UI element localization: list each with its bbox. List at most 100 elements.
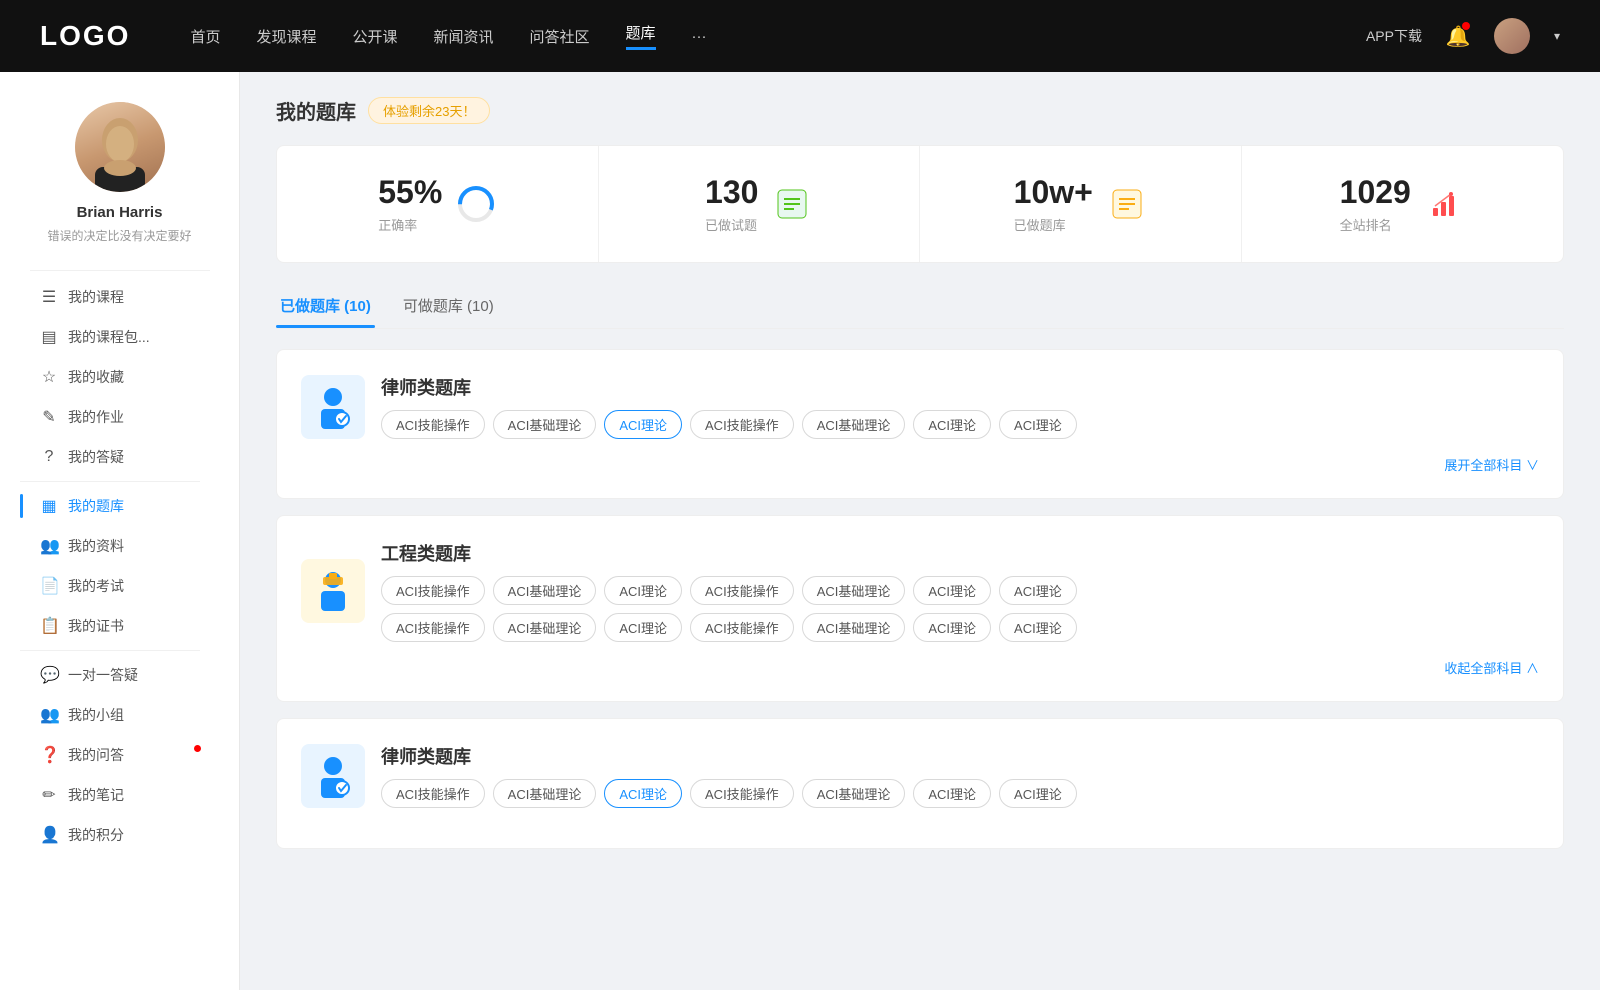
tabs-row: 已做题库 (10) 可做题库 (10) <box>276 287 1564 329</box>
stats-row: 55% 正确率 130 已做试题 <box>276 145 1564 263</box>
tag-item[interactable]: ACI基础理论 <box>802 779 906 808</box>
tag-item[interactable]: ACI理论 <box>913 410 991 439</box>
tag-item[interactable]: ACI理论 <box>913 779 991 808</box>
sidebar-item-label: 我的课程 <box>68 287 124 307</box>
tab-available-banks[interactable]: 可做题库 (10) <box>399 287 498 328</box>
nav-qa[interactable]: 问答社区 <box>530 26 590 47</box>
stat-rank-value: 1029 <box>1340 174 1411 211</box>
sidebar-item-course-pack[interactable]: ▤ 我的课程包... <box>20 317 219 357</box>
exam-icon: 📄 <box>40 576 58 596</box>
sidebar-item-one-on-one[interactable]: 💬 一对一答疑 <box>20 655 219 695</box>
tag-item[interactable]: ACI理论 <box>913 613 991 642</box>
tags-row-2-row2: ACI技能操作 ACI基础理论 ACI理论 ACI技能操作 ACI基础理论 AC… <box>381 613 1539 642</box>
app-download-button[interactable]: APP下载 <box>1366 26 1422 46</box>
stat-banks-label: 已做题库 <box>1014 215 1093 234</box>
tag-item[interactable]: ACI基础理论 <box>802 410 906 439</box>
tag-item[interactable]: ACI基础理论 <box>493 576 597 605</box>
nav-more[interactable]: ··· <box>692 28 707 45</box>
tags-row-2-row1: ACI技能操作 ACI基础理论 ACI理论 ACI技能操作 ACI基础理论 AC… <box>381 576 1539 605</box>
exam-bank-icon: ▦ <box>40 496 58 516</box>
chevron-down-icon[interactable]: ▾ <box>1554 29 1560 43</box>
bell-button[interactable]: 🔔 <box>1442 20 1474 52</box>
sidebar-item-exam[interactable]: 📄 我的考试 <box>20 566 219 606</box>
tag-item[interactable]: ACI理论 <box>999 613 1077 642</box>
tag-item-active[interactable]: ACI理论 <box>604 779 682 808</box>
group-icon: 👥 <box>40 705 58 725</box>
sidebar-item-exam-bank[interactable]: ▦ 我的题库 <box>20 486 219 526</box>
accuracy-chart-icon <box>456 184 496 224</box>
tag-item[interactable]: ACI技能操作 <box>690 576 794 605</box>
points-icon: 👤 <box>40 825 58 845</box>
nav-exam[interactable]: 题库 <box>626 22 656 50</box>
sidebar-item-group[interactable]: 👥 我的小组 <box>20 695 219 735</box>
sidebar-item-label: 我的积分 <box>68 825 124 845</box>
sidebar-item-points[interactable]: 👤 我的积分 <box>20 815 219 855</box>
tag-item[interactable]: ACI理论 <box>999 576 1077 605</box>
sidebar-item-favorites[interactable]: ☆ 我的收藏 <box>20 357 219 397</box>
divider-1 <box>30 270 210 271</box>
tag-item[interactable]: ACI理论 <box>604 613 682 642</box>
tag-item[interactable]: ACI基础理论 <box>493 779 597 808</box>
divider-3 <box>20 650 200 651</box>
course-icon: ☰ <box>40 287 58 307</box>
bank-card-title-1: 律师类题库 <box>381 374 1077 400</box>
sidebar-item-profile[interactable]: 👥 我的资料 <box>20 526 219 566</box>
stat-done-value: 130 <box>705 174 758 211</box>
engineer-icon <box>301 559 365 623</box>
tag-item-active[interactable]: ACI理论 <box>604 410 682 439</box>
course-pack-icon: ▤ <box>40 327 58 347</box>
nav-right: APP下载 🔔 ▾ <box>1366 18 1560 54</box>
tag-item[interactable]: ACI基础理论 <box>493 613 597 642</box>
collapse-button[interactable]: 收起全部科目 ∧ <box>301 658 1539 677</box>
tag-item[interactable]: ACI基础理论 <box>802 613 906 642</box>
question-icon: ? <box>40 448 58 466</box>
sidebar-item-label: 我的小组 <box>68 705 124 725</box>
tag-item[interactable]: ACI理论 <box>604 576 682 605</box>
bank-card-lawyer-1: 律师类题库 ACI技能操作 ACI基础理论 ACI理论 ACI技能操作 ACI基… <box>276 349 1564 499</box>
tag-item[interactable]: ACI技能操作 <box>381 779 485 808</box>
tags-row-3: ACI技能操作 ACI基础理论 ACI理论 ACI技能操作 ACI基础理论 AC… <box>381 779 1077 808</box>
sidebar-item-label: 我的作业 <box>68 407 124 427</box>
sidebar-item-notes[interactable]: ✏ 我的笔记 <box>20 775 219 815</box>
tag-item[interactable]: ACI技能操作 <box>381 576 485 605</box>
sidebar-item-label: 我的问答 <box>68 745 124 765</box>
tag-item[interactable]: ACI理论 <box>913 576 991 605</box>
nav-discover[interactable]: 发现课程 <box>256 26 316 47</box>
expand-button-1[interactable]: 展开全部科目 ∨ <box>301 455 1539 474</box>
stat-done-label: 已做试题 <box>705 215 758 234</box>
tag-item[interactable]: ACI技能操作 <box>381 410 485 439</box>
sidebar-item-certificate[interactable]: 📋 我的证书 <box>20 606 219 646</box>
tag-item[interactable]: ACI理论 <box>999 410 1077 439</box>
nav-home[interactable]: 首页 <box>190 26 220 47</box>
avatar[interactable] <box>1494 18 1530 54</box>
stat-rank-label: 全站排名 <box>1340 215 1411 234</box>
tag-item[interactable]: ACI技能操作 <box>690 410 794 439</box>
sidebar-item-homework[interactable]: ✎ 我的作业 <box>20 397 219 437</box>
sidebar-item-my-course[interactable]: ☰ 我的课程 <box>20 277 219 317</box>
notification-dot <box>194 745 201 752</box>
stat-done-questions: 130 已做试题 <box>599 146 921 262</box>
tab-done-banks[interactable]: 已做题库 (10) <box>276 287 375 328</box>
homework-icon: ✎ <box>40 407 58 427</box>
page-header: 我的题库 体验剩余23天！ <box>276 96 1564 125</box>
sidebar-item-qa[interactable]: ? 我的答疑 <box>20 437 219 477</box>
nav-news[interactable]: 新闻资讯 <box>434 26 494 47</box>
page-layout: Brian Harris 错误的决定比没有决定要好 ☰ 我的课程 ▤ 我的课程包… <box>0 72 1600 990</box>
tag-item[interactable]: ACI基础理论 <box>802 576 906 605</box>
user-name: Brian Harris <box>77 204 163 221</box>
sidebar-menu: ☰ 我的课程 ▤ 我的课程包... ☆ 我的收藏 ✎ 我的作业 ? 我的答疑 ▦ <box>0 277 239 855</box>
tag-item[interactable]: ACI技能操作 <box>381 613 485 642</box>
divider-2 <box>20 481 200 482</box>
stat-accuracy-value: 55% <box>378 174 442 211</box>
sidebar-item-label: 我的题库 <box>68 496 124 516</box>
tag-item[interactable]: ACI基础理论 <box>493 410 597 439</box>
sidebar-item-label: 一对一答疑 <box>68 665 138 685</box>
nav-open[interactable]: 公开课 <box>352 26 397 47</box>
tag-item[interactable]: ACI理论 <box>999 779 1077 808</box>
sidebar-item-my-qa[interactable]: ❓ 我的问答 <box>20 735 219 775</box>
tag-item[interactable]: ACI技能操作 <box>690 613 794 642</box>
sidebar-item-label: 我的证书 <box>68 616 124 636</box>
stat-done-banks: 10w+ 已做题库 <box>920 146 1242 262</box>
tag-item[interactable]: ACI技能操作 <box>690 779 794 808</box>
stat-accuracy: 55% 正确率 <box>277 146 599 262</box>
